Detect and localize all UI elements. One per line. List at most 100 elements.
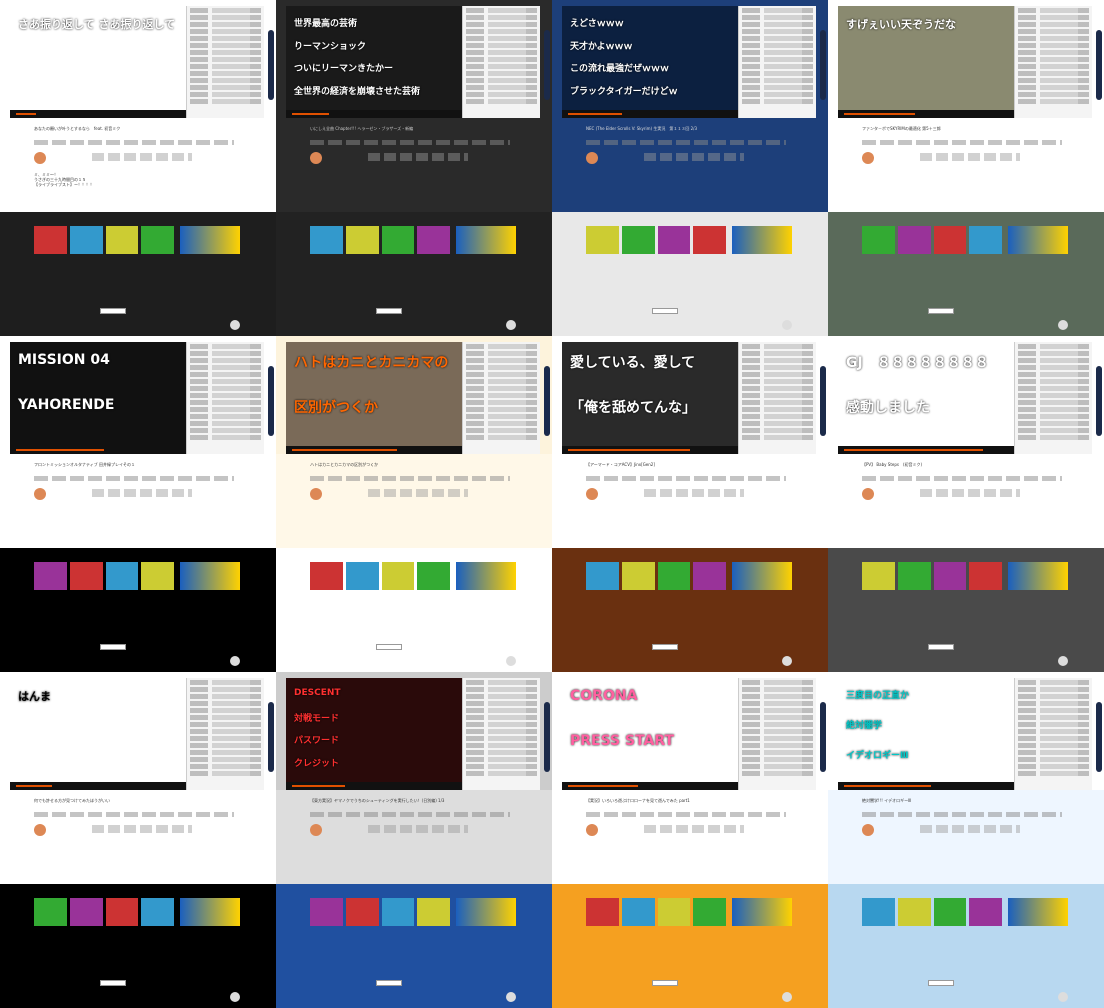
seek-bar[interactable] bbox=[844, 449, 983, 451]
tag-list[interactable] bbox=[310, 140, 510, 145]
floating-button[interactable] bbox=[1058, 320, 1068, 330]
player-controls[interactable] bbox=[286, 782, 462, 790]
floating-button[interactable] bbox=[1058, 656, 1068, 666]
seek-bar[interactable] bbox=[292, 449, 397, 451]
more-button[interactable] bbox=[100, 308, 126, 314]
player-controls[interactable] bbox=[562, 110, 738, 118]
thumbnail[interactable] bbox=[657, 226, 691, 254]
comment-list[interactable] bbox=[738, 342, 816, 454]
tag-list[interactable] bbox=[586, 140, 786, 145]
floating-button[interactable] bbox=[230, 320, 240, 330]
video-player[interactable]: 世界最高の芸術 りーマンショック ついにリーマンきたかー 全世界の経済を崩壊させた芸術 bbox=[286, 6, 462, 110]
thumbnail[interactable] bbox=[345, 226, 379, 254]
avatar[interactable] bbox=[586, 152, 598, 164]
ad-banner[interactable] bbox=[1008, 226, 1068, 254]
thumbnail[interactable] bbox=[657, 562, 691, 590]
thumbnail[interactable] bbox=[69, 226, 103, 254]
tag-list[interactable] bbox=[34, 812, 234, 817]
player-controls[interactable] bbox=[286, 446, 462, 454]
tag-list[interactable] bbox=[34, 140, 234, 145]
thumbnail[interactable] bbox=[897, 898, 931, 926]
player-controls[interactable] bbox=[10, 110, 186, 118]
more-button[interactable] bbox=[652, 980, 678, 986]
side-tab[interactable] bbox=[544, 30, 550, 100]
tag-list[interactable] bbox=[586, 476, 786, 481]
more-button[interactable] bbox=[652, 308, 678, 314]
floating-button[interactable] bbox=[1058, 992, 1068, 1002]
floating-button[interactable] bbox=[782, 656, 792, 666]
floating-button[interactable] bbox=[506, 992, 516, 1002]
thumbnail[interactable] bbox=[105, 226, 139, 254]
thumbnail[interactable] bbox=[69, 898, 103, 926]
thumbnail[interactable] bbox=[862, 226, 895, 254]
thumbnail[interactable] bbox=[69, 562, 103, 590]
seek-bar[interactable] bbox=[844, 785, 931, 787]
ad-banner[interactable] bbox=[732, 226, 792, 254]
avatar[interactable] bbox=[310, 488, 322, 500]
player-controls[interactable] bbox=[10, 782, 186, 790]
ad-banner[interactable] bbox=[180, 226, 240, 254]
thumbnail[interactable] bbox=[310, 898, 343, 926]
ad-banner[interactable] bbox=[456, 226, 516, 254]
thumbnail[interactable] bbox=[933, 562, 967, 590]
side-tab[interactable] bbox=[820, 366, 826, 436]
thumbnail[interactable] bbox=[105, 562, 139, 590]
thumbnail[interactable] bbox=[141, 898, 174, 926]
tag-list[interactable] bbox=[310, 476, 510, 481]
more-button[interactable] bbox=[928, 308, 954, 314]
avatar[interactable] bbox=[862, 488, 874, 500]
avatar[interactable] bbox=[34, 152, 46, 164]
video-player[interactable]: えどさｗｗｗ 天才かよｗｗｗ この流れ最強だぜｗｗｗ ブラックタイガーだけどｗ bbox=[562, 6, 738, 110]
thumbnail[interactable] bbox=[381, 226, 415, 254]
thumbnail[interactable] bbox=[933, 226, 967, 254]
comment-list[interactable] bbox=[186, 342, 264, 454]
tag-list[interactable] bbox=[862, 476, 1062, 481]
comment-list[interactable] bbox=[462, 678, 540, 790]
thumbnail[interactable] bbox=[34, 226, 67, 254]
side-tab[interactable] bbox=[268, 30, 274, 100]
thumbnail[interactable] bbox=[417, 898, 450, 926]
seek-bar[interactable] bbox=[16, 113, 36, 115]
thumbnail[interactable] bbox=[586, 226, 619, 254]
thumbnail[interactable] bbox=[897, 226, 931, 254]
avatar[interactable] bbox=[586, 488, 598, 500]
side-tab[interactable] bbox=[1096, 30, 1102, 100]
video-player[interactable]: GJ ８８８８８８８８ 感動しました bbox=[838, 342, 1014, 446]
avatar[interactable] bbox=[586, 824, 598, 836]
thumbnail[interactable] bbox=[105, 898, 139, 926]
more-button[interactable] bbox=[376, 644, 402, 650]
thumbnail[interactable] bbox=[897, 562, 931, 590]
ad-banner[interactable] bbox=[456, 898, 516, 926]
thumbnail[interactable] bbox=[345, 562, 379, 590]
player-controls[interactable] bbox=[838, 782, 1014, 790]
seek-bar[interactable] bbox=[844, 113, 915, 115]
seek-bar[interactable] bbox=[568, 449, 690, 451]
side-tab[interactable] bbox=[544, 702, 550, 772]
thumbnail[interactable] bbox=[310, 562, 343, 590]
more-button[interactable] bbox=[100, 644, 126, 650]
thumbnail[interactable] bbox=[621, 562, 655, 590]
thumbnail[interactable] bbox=[310, 226, 343, 254]
side-tab[interactable] bbox=[268, 702, 274, 772]
avatar[interactable] bbox=[310, 152, 322, 164]
more-button[interactable] bbox=[928, 644, 954, 650]
ad-banner[interactable] bbox=[1008, 898, 1068, 926]
thumbnail[interactable] bbox=[862, 562, 895, 590]
video-player[interactable]: 三度目の正直か 絶対闇学 イデオロギーⅢ bbox=[838, 678, 1014, 782]
side-tab[interactable] bbox=[1096, 702, 1102, 772]
video-player[interactable]: MISSION 04 YAHORENDE bbox=[10, 342, 186, 446]
thumbnail[interactable] bbox=[693, 562, 726, 590]
video-player[interactable]: すげぇいい天ぞうだな bbox=[838, 6, 1014, 110]
more-button[interactable] bbox=[376, 308, 402, 314]
side-tab[interactable] bbox=[1096, 366, 1102, 436]
player-controls[interactable] bbox=[286, 110, 462, 118]
video-player[interactable]: 愛している、愛して 「俺を舐めてんな」 bbox=[562, 342, 738, 446]
thumbnail[interactable] bbox=[693, 226, 726, 254]
seek-bar[interactable] bbox=[16, 785, 52, 787]
avatar[interactable] bbox=[34, 488, 46, 500]
thumbnail[interactable] bbox=[34, 898, 67, 926]
floating-button[interactable] bbox=[230, 656, 240, 666]
floating-button[interactable] bbox=[506, 320, 516, 330]
player-controls[interactable] bbox=[10, 446, 186, 454]
thumbnail[interactable] bbox=[586, 898, 619, 926]
